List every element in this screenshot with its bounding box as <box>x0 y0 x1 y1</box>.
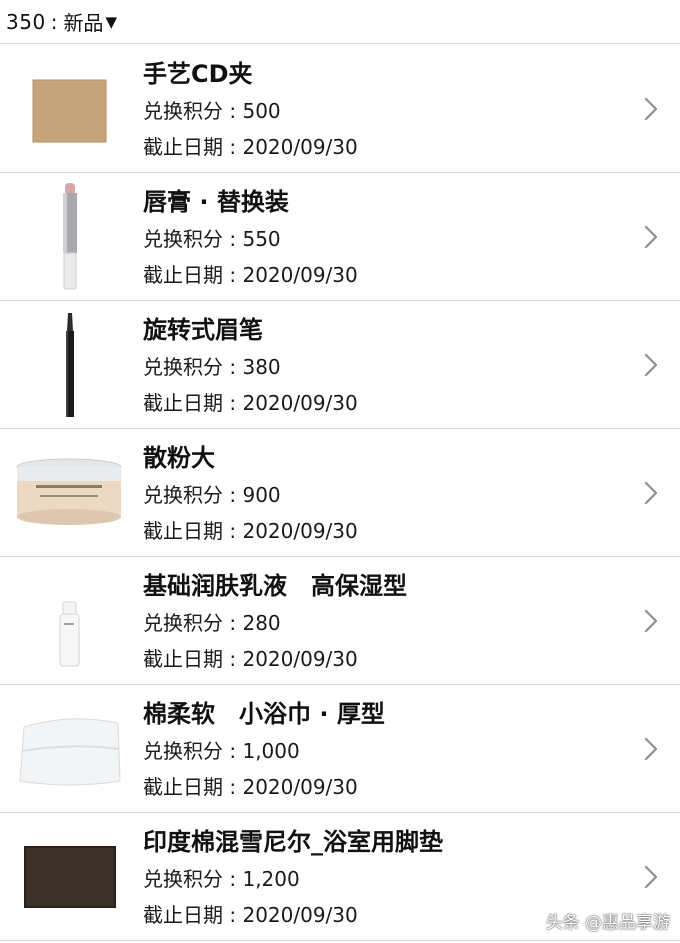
points-label: 兑换积分 <box>143 611 223 635</box>
colon: : <box>229 775 237 799</box>
lotion-bottle-image <box>0 557 140 684</box>
colon: : <box>229 227 237 251</box>
points-balance: 350 <box>6 9 46 34</box>
points-label: 兑换积分 <box>143 483 223 507</box>
colon: : <box>229 647 237 671</box>
deadline-label: 截止日期 <box>143 775 223 799</box>
item-deadline: 2020/09/30 <box>242 135 358 159</box>
dropdown-caret-icon[interactable]: ▼ <box>105 13 117 31</box>
item-name: 手艺CD夹 <box>143 60 253 88</box>
bath-mat-image <box>0 813 140 940</box>
list-item[interactable]: 散粉大 兑换积分 : 900 截止日期 : 2020/09/30 <box>0 429 680 557</box>
eyebrow-pencil-image <box>0 301 140 428</box>
list-item[interactable]: 棉柔软 小浴巾 · 厚型 兑换积分 : 1,000 截止日期 : 2020/09… <box>0 685 680 813</box>
item-deadline: 2020/09/30 <box>242 903 358 927</box>
deadline-label: 截止日期 <box>143 263 223 287</box>
towel-image <box>0 685 140 812</box>
chevron-right-icon[interactable] <box>642 607 660 635</box>
points-label: 兑换积分 <box>143 867 223 891</box>
filter-bar[interactable]: 350 : 新品 ▼ <box>0 0 680 44</box>
list-item[interactable]: 手艺CD夹 兑换积分 : 500 截止日期 : 2020/09/30 <box>0 45 680 173</box>
item-points: 550 <box>242 227 281 251</box>
colon: : <box>229 519 237 543</box>
colon: : <box>229 867 237 891</box>
chevron-right-icon[interactable] <box>642 863 660 891</box>
item-points: 1,000 <box>242 739 300 763</box>
list-item[interactable]: 旋转式眉笔 兑换积分 : 380 截止日期 : 2020/09/30 <box>0 301 680 429</box>
colon: : <box>229 903 237 927</box>
points-label: 兑换积分 <box>143 99 223 123</box>
item-points: 380 <box>242 355 281 379</box>
item-name: 基础润肤乳液 高保湿型 <box>143 572 407 600</box>
item-points: 500 <box>242 99 281 123</box>
item-name: 散粉大 <box>143 444 215 472</box>
item-name: 印度棉混雪尼尔_浴室用脚垫 <box>143 828 443 856</box>
watermark: 头条 @惠品享游 <box>545 913 670 933</box>
header-separator: : <box>50 9 58 34</box>
colon: : <box>229 391 237 415</box>
deadline-label: 截止日期 <box>143 647 223 671</box>
deadline-label: 截止日期 <box>143 391 223 415</box>
cd-holder-image <box>0 45 140 172</box>
colon: : <box>229 263 237 287</box>
points-label: 兑换积分 <box>143 355 223 379</box>
points-label: 兑换积分 <box>143 227 223 251</box>
item-deadline: 2020/09/30 <box>242 263 358 287</box>
lipstick-image <box>0 173 140 300</box>
deadline-label: 截止日期 <box>143 519 223 543</box>
list-item[interactable]: 基础润肤乳液 高保湿型 兑换积分 : 280 截止日期 : 2020/09/30 <box>0 557 680 685</box>
item-deadline: 2020/09/30 <box>242 775 358 799</box>
colon: : <box>229 483 237 507</box>
colon: : <box>229 611 237 635</box>
chevron-right-icon[interactable] <box>642 223 660 251</box>
chevron-right-icon[interactable] <box>642 95 660 123</box>
colon: : <box>229 99 237 123</box>
colon: : <box>229 739 237 763</box>
chevron-right-icon[interactable] <box>642 735 660 763</box>
item-points: 280 <box>242 611 281 635</box>
item-points: 1,200 <box>242 867 300 891</box>
filter-dropdown-label[interactable]: 新品 <box>63 7 103 36</box>
list-item[interactable]: 唇膏 · 替换装 兑换积分 : 550 截止日期 : 2020/09/30 <box>0 173 680 301</box>
item-name: 旋转式眉笔 <box>143 316 263 344</box>
deadline-label: 截止日期 <box>143 135 223 159</box>
item-deadline: 2020/09/30 <box>242 519 358 543</box>
chevron-right-icon[interactable] <box>642 351 660 379</box>
colon: : <box>229 355 237 379</box>
loose-powder-image <box>0 429 140 556</box>
colon: : <box>229 135 237 159</box>
chevron-right-icon[interactable] <box>642 479 660 507</box>
reward-list: 手艺CD夹 兑换积分 : 500 截止日期 : 2020/09/30 唇膏 · … <box>0 45 680 941</box>
item-deadline: 2020/09/30 <box>242 647 358 671</box>
item-deadline: 2020/09/30 <box>242 391 358 415</box>
deadline-label: 截止日期 <box>143 903 223 927</box>
item-name: 棉柔软 小浴巾 · 厚型 <box>143 700 385 728</box>
item-points: 900 <box>242 483 281 507</box>
item-name: 唇膏 · 替换装 <box>143 188 289 216</box>
points-label: 兑换积分 <box>143 739 223 763</box>
